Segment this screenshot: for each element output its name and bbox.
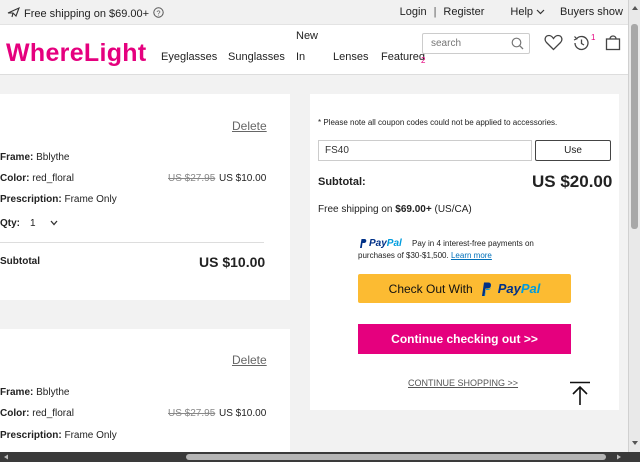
- svg-text:?: ?: [156, 8, 160, 17]
- coupon-input[interactable]: [318, 140, 532, 161]
- qty-value: 1: [30, 217, 36, 229]
- nav-new-line2[interactable]: In: [296, 51, 305, 63]
- history-badge: 1: [591, 33, 596, 42]
- order-summary-card: * Please note all coupon codes could not…: [310, 94, 619, 410]
- register-link[interactable]: Register: [443, 6, 484, 18]
- nav-lenses[interactable]: Lenses: [333, 51, 368, 63]
- airplane-icon: [7, 6, 20, 21]
- prescription-value: Frame Only: [64, 430, 117, 441]
- cart-item-card: Delete Frame: Bblythe Color: red_floral …: [0, 94, 290, 300]
- login-link[interactable]: Login: [400, 6, 427, 18]
- use-coupon-button[interactable]: Use: [535, 140, 611, 161]
- color-row: Color: red_floral: [0, 408, 74, 419]
- nav-eyeglasses[interactable]: Eyeglasses: [161, 51, 217, 63]
- featured-badge: 2: [421, 56, 426, 65]
- buyers-show-link[interactable]: Buyers show: [560, 6, 623, 18]
- delete-link[interactable]: Delete: [232, 119, 267, 133]
- old-price: US $27.95: [168, 173, 216, 184]
- main-header: WhereLight Eyeglasses Sunglasses New In …: [0, 25, 628, 75]
- chevron-down-icon: [536, 9, 545, 15]
- scrollbar-thumb[interactable]: [631, 24, 638, 229]
- subtotal-label: Subtotal: [0, 256, 40, 267]
- back-to-top-icon[interactable]: [569, 381, 591, 409]
- new-price: US $10.00: [219, 408, 267, 419]
- qty-label: Qty:: [0, 218, 20, 229]
- learn-more-link[interactable]: Learn more: [451, 251, 492, 260]
- order-subtotal: US $20.00: [532, 172, 613, 191]
- old-price: US $27.95: [168, 408, 216, 419]
- help-label: Help: [510, 6, 534, 18]
- history-icon[interactable]: [572, 34, 591, 55]
- prescription-row: Prescription: Frame Only: [0, 430, 117, 441]
- paypal-text: Pay in 4 interest-free payments on: [412, 239, 534, 248]
- frame-row: Frame: Bblythe: [0, 387, 70, 398]
- color-row: Color: red_floral: [0, 173, 74, 184]
- free-shipping-note: Free shipping on $69.00+ (US/CA): [318, 204, 472, 215]
- search-icon[interactable]: [511, 37, 524, 53]
- paypal-wordmark: PayPal: [497, 281, 541, 296]
- search-box: [422, 33, 530, 54]
- heart-icon[interactable]: [544, 34, 563, 54]
- shipping-text: Free shipping on $69.00+: [24, 7, 150, 20]
- color-value: red_floral: [32, 408, 74, 419]
- shopping-bag-icon[interactable]: [605, 34, 621, 54]
- paypal-logo: Pay Pal: [358, 238, 402, 249]
- horizontal-scrollbar[interactable]: [0, 452, 628, 462]
- prescription-value: Frame Only: [64, 194, 117, 205]
- subtotal-label: Subtotal:: [318, 176, 366, 188]
- help-circle-icon[interactable]: ?: [153, 6, 164, 21]
- paypal-icon: [481, 282, 491, 296]
- paypal-pay-in-4-banner: Pay Pal Pay in 4 interest-free payments o…: [358, 236, 578, 266]
- paypal-icon: [360, 239, 367, 248]
- scroll-left-arrow-icon[interactable]: [3, 454, 9, 460]
- cart-item-card: Delete Frame: Bblythe Color: red_floral …: [0, 329, 290, 452]
- nav-sunglasses[interactable]: Sunglasses: [228, 51, 285, 63]
- help-menu[interactable]: Help: [500, 6, 545, 18]
- scrollbar-thumb[interactable]: [186, 454, 606, 460]
- divider: [0, 242, 264, 243]
- coupon-note: * Please note all coupon codes could not…: [318, 118, 558, 127]
- logo[interactable]: WhereLight: [6, 39, 147, 68]
- frame-row: Frame: Bblythe: [0, 152, 70, 163]
- paypal-checkout-button[interactable]: Check Out With PayPal: [358, 274, 571, 303]
- search-input[interactable]: [423, 34, 503, 53]
- new-price: US $10.00: [219, 173, 267, 184]
- scroll-up-arrow-icon[interactable]: [631, 5, 639, 11]
- divider: |: [433, 6, 437, 18]
- checkout-with-label: Check Out With: [388, 281, 473, 296]
- scroll-right-arrow-icon[interactable]: [616, 454, 622, 460]
- continue-checkout-button[interactable]: Continue checking out >>: [358, 324, 571, 354]
- delete-link[interactable]: Delete: [232, 353, 267, 367]
- top-links: Login | Register Help Buyers show: [390, 6, 623, 18]
- frame-value: Bblythe: [36, 152, 70, 163]
- chevron-down-icon: [50, 220, 58, 226]
- paypal-text-line2: purchases of $30-$1,500. Learn more: [358, 251, 492, 260]
- scrollbar-corner: [628, 452, 640, 462]
- nav-new-line1[interactable]: New: [296, 30, 318, 42]
- continue-shopping-link[interactable]: CONTINUE SHOPPING >>: [408, 378, 518, 388]
- frame-value: Bblythe: [36, 387, 70, 398]
- vertical-scrollbar[interactable]: [628, 0, 640, 462]
- top-bar: Free shipping on $69.00+ ? Login | Regis…: [0, 0, 628, 25]
- color-value: red_floral: [32, 173, 74, 184]
- item-subtotal: US $10.00: [199, 254, 266, 270]
- scroll-down-arrow-icon[interactable]: [631, 440, 639, 446]
- shipping-notice: Free shipping on $69.00+ ?: [7, 6, 164, 21]
- prescription-row: Prescription: Frame Only: [0, 194, 117, 205]
- qty-select[interactable]: 1: [20, 214, 62, 232]
- nav-featured[interactable]: Featured: [381, 51, 425, 63]
